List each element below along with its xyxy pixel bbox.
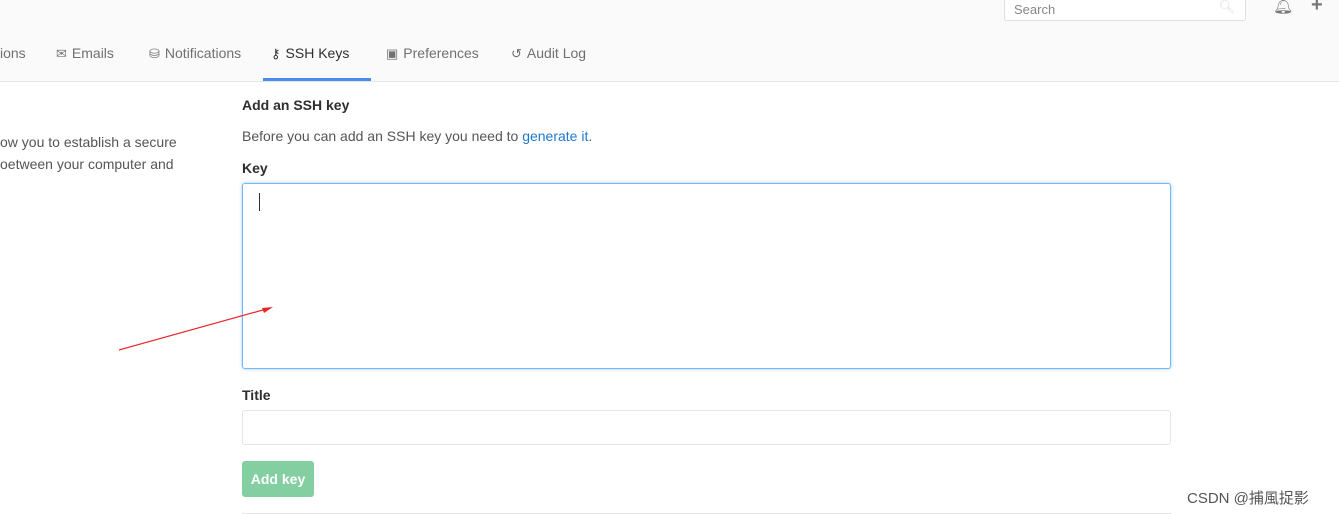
watermark: CSDN @捕風捉影 bbox=[1187, 490, 1309, 507]
annotation-arrow bbox=[118, 307, 273, 351]
